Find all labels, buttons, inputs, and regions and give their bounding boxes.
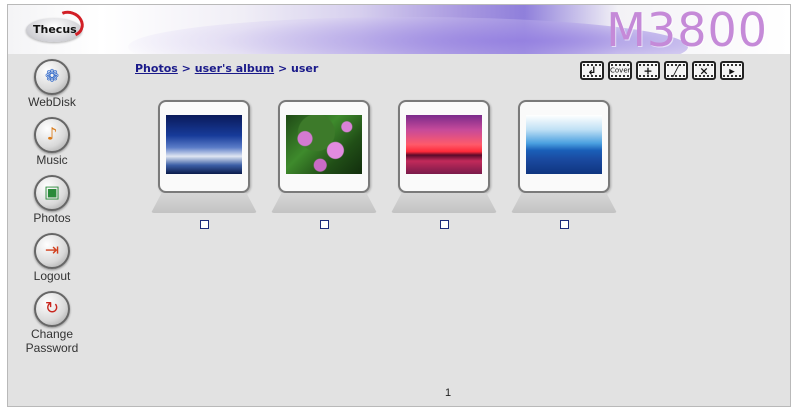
sidebar-item-label: Photos (33, 211, 71, 225)
sidebar-item-change-password[interactable]: ↻ Change Password (8, 291, 96, 355)
globe-icon: ❁ (34, 59, 70, 95)
thecus-logo: Thecus (26, 6, 88, 43)
sidebar-item-label: Logout (33, 269, 71, 283)
photo-card[interactable] (398, 100, 490, 193)
film-strip-bottom (639, 75, 657, 77)
photo-card[interactable] (278, 100, 370, 193)
logo-text: Thecus (33, 23, 77, 36)
photo-shelf (271, 193, 377, 213)
model-name: M3800 (606, 5, 768, 54)
photo-select-checkbox[interactable] (200, 220, 209, 229)
sidebar-item-music[interactable]: ♪ Music (8, 117, 96, 167)
film-strip-bottom (695, 75, 713, 77)
breadcrumb: Photos > user's album > user (135, 62, 318, 75)
sidebar-item-label-line2: Password (25, 341, 79, 355)
film-strip-bottom (723, 75, 741, 77)
edit-photo-button[interactable]: ╱ (664, 61, 688, 80)
sidebar-item-label-line1: Change (30, 327, 74, 341)
breadcrumb-album-link[interactable]: user's album (195, 62, 274, 75)
film-strip-bottom (667, 75, 685, 77)
sidebar-item-logout[interactable]: ⇥ Logout (8, 233, 96, 283)
photo-toolbar: ↲ Cover + ╱ × ▸ (580, 61, 744, 80)
photo-select-checkbox[interactable] (560, 220, 569, 229)
photo-select-checkbox[interactable] (320, 220, 329, 229)
photo-shelf (391, 193, 497, 213)
photo-card[interactable] (158, 100, 250, 193)
sidebar-item-label: Music (36, 153, 68, 167)
music-disc-icon: ♪ (34, 117, 70, 153)
header-banner: Thecus M3800 (8, 5, 790, 54)
banner-swoosh (128, 17, 688, 54)
breadcrumb-separator: > (181, 62, 191, 75)
photo-shelf (511, 193, 617, 213)
photo-select-checkbox[interactable] (440, 220, 449, 229)
photo-icon: ▣ (34, 175, 70, 211)
back-button[interactable]: ↲ (580, 61, 604, 80)
page-number[interactable]: 1 (445, 387, 451, 399)
water-lilies-thumbnail[interactable] (286, 115, 362, 174)
film-strip-bottom (611, 75, 629, 77)
lock-cycle-icon: ↻ (34, 291, 70, 327)
slideshow-button[interactable]: ▸ (720, 61, 744, 80)
breadcrumb-current: user (291, 62, 319, 75)
door-icon: ⇥ (34, 233, 70, 269)
blue-hills-thumbnail[interactable] (526, 115, 602, 174)
film-strip-bottom (583, 75, 601, 77)
delete-photo-button[interactable]: × (692, 61, 716, 80)
set-cover-button[interactable]: Cover (608, 61, 632, 80)
sidebar-item-photos[interactable]: ▣ Photos (8, 175, 96, 225)
photo-shelf (151, 193, 257, 213)
frozen-trees-thumbnail[interactable] (166, 115, 242, 174)
sunset-thumbnail[interactable] (406, 115, 482, 174)
photo-card[interactable] (518, 100, 610, 193)
sidebar-item-webdisk[interactable]: ❁ WebDisk (8, 59, 96, 109)
breadcrumb-separator: > (277, 62, 288, 75)
add-photo-button[interactable]: + (636, 61, 660, 80)
app-window: Thecus M3800 ❁ WebDisk ♪ Music ▣ Photos … (7, 4, 791, 407)
sidebar-item-label: WebDisk (28, 95, 76, 109)
breadcrumb-photos-link[interactable]: Photos (135, 62, 178, 75)
